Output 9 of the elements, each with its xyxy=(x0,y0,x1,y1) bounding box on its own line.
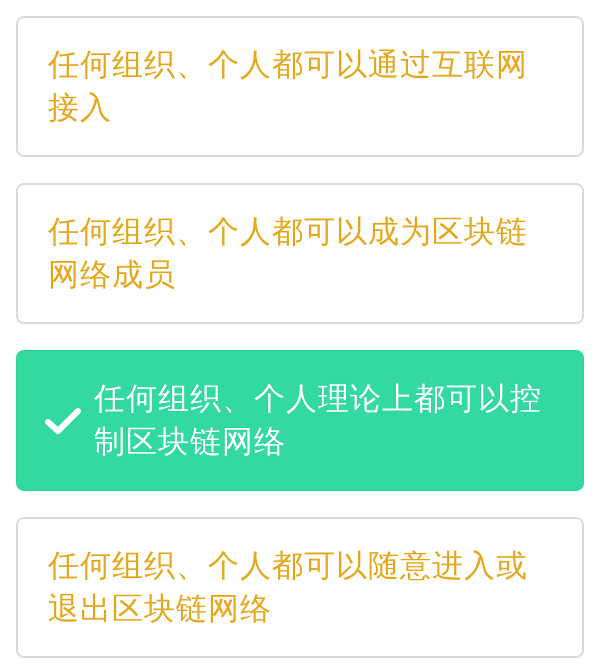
answer-option[interactable]: 任何组织、个人理论上都可以控制区块链网络 xyxy=(16,350,584,491)
option-text: 任何组织、个人都可以通过互联网接入 xyxy=(48,46,529,128)
option-text: 任何组织、个人都可以成为区块链网络成员 xyxy=(48,212,529,294)
checkmark-icon xyxy=(44,406,82,436)
answer-option[interactable]: 任何组织、个人都可以成为区块链网络成员 xyxy=(16,183,584,324)
answer-option[interactable]: 任何组织、个人都可以随意进入或退出区块链网络 xyxy=(16,517,584,658)
answer-option[interactable]: 任何组织、个人都可以通过互联网接入 xyxy=(16,16,584,157)
option-text: 任何组织、个人都可以随意进入或退出区块链网络 xyxy=(48,546,529,628)
option-text: 任何组织、个人理论上都可以控制区块链网络 xyxy=(94,380,543,462)
